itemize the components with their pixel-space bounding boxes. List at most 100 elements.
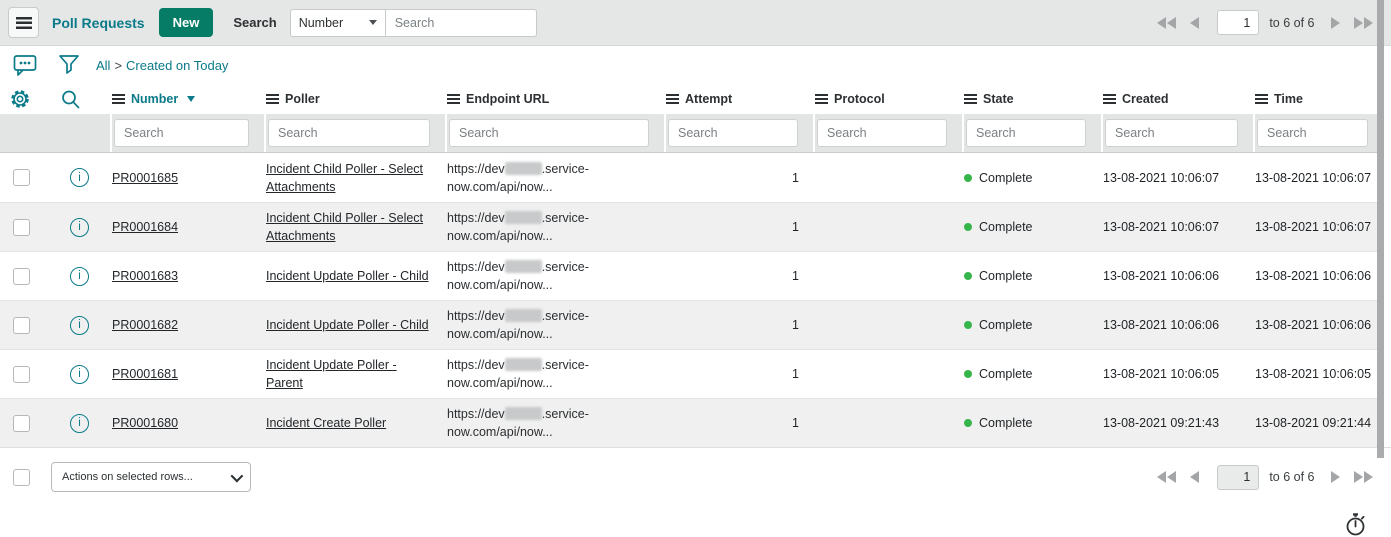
column-menu-icon <box>447 94 460 104</box>
info-icon[interactable]: i <box>70 365 89 384</box>
filter-input-number[interactable] <box>114 119 249 147</box>
poller-link[interactable]: Incident Update Poller - Child <box>266 318 429 332</box>
state-complete-dot-icon <box>964 272 972 280</box>
next-page-button[interactable] <box>1329 469 1342 485</box>
state-complete-dot-icon <box>964 223 972 231</box>
row-checkbox[interactable] <box>13 219 30 236</box>
page-number-input[interactable] <box>1217 465 1259 490</box>
column-menu-icon <box>1103 94 1116 104</box>
created-value: 13-08-2021 10:06:06 <box>1103 267 1255 285</box>
column-header-protocol[interactable]: Protocol <box>815 92 964 106</box>
info-icon[interactable]: i <box>70 414 89 433</box>
row-checkbox[interactable] <box>13 169 30 186</box>
poller-link[interactable]: Incident Update Poller - Parent <box>266 358 397 390</box>
column-header-state[interactable]: State <box>964 92 1103 106</box>
list-search-toggle-button[interactable] <box>52 89 112 110</box>
state-value: Complete <box>964 267 1103 285</box>
filter-input-protocol[interactable] <box>817 119 947 147</box>
filter-input-created[interactable] <box>1105 119 1238 147</box>
redacted-blur <box>505 260 542 273</box>
info-icon[interactable]: i <box>70 316 89 335</box>
column-header-poller[interactable]: Poller <box>266 92 447 106</box>
response-time-button[interactable] <box>1344 513 1367 537</box>
number-link[interactable]: PR0001681 <box>112 367 178 381</box>
vertical-scrollbar[interactable] <box>1377 0 1384 458</box>
number-link[interactable]: PR0001680 <box>112 416 178 430</box>
info-icon[interactable]: i <box>70 218 89 237</box>
sort-descending-icon <box>187 96 195 102</box>
state-value: Complete <box>964 414 1103 432</box>
column-menu-icon <box>964 94 977 104</box>
filter-input-time[interactable] <box>1257 119 1368 147</box>
number-link[interactable]: PR0001683 <box>112 269 178 283</box>
select-all-checkbox[interactable] <box>13 469 30 486</box>
time-value: 13-08-2021 10:06:06 <box>1255 267 1383 285</box>
poller-link[interactable]: Incident Child Poller - Select Attachmen… <box>266 211 423 243</box>
number-link[interactable]: PR0001682 <box>112 318 178 332</box>
row-checkbox[interactable] <box>13 317 30 334</box>
filter-button[interactable] <box>58 53 80 77</box>
created-value: 13-08-2021 10:06:06 <box>1103 316 1255 334</box>
last-page-button[interactable] <box>1352 469 1376 485</box>
page-number-input[interactable] <box>1217 10 1259 35</box>
redacted-blur <box>505 407 542 420</box>
column-menu-icon <box>112 94 125 104</box>
column-menu-icon <box>1255 94 1268 104</box>
new-button[interactable]: New <box>159 8 214 37</box>
personalize-list-button[interactable] <box>0 88 52 110</box>
filter-input-endpoint-url[interactable] <box>449 119 649 147</box>
row-range-text: to 6 of 6 <box>1269 16 1314 30</box>
list-search-input[interactable] <box>386 9 537 37</box>
poller-link[interactable]: Incident Create Poller <box>266 416 386 430</box>
actions-on-selected-rows-select[interactable]: Actions on selected rows... <box>51 462 251 492</box>
time-value: 13-08-2021 10:06:07 <box>1255 169 1383 187</box>
column-header-time[interactable]: Time <box>1255 92 1383 106</box>
chevron-down-icon <box>369 20 377 25</box>
previous-page-button[interactable] <box>1188 469 1201 485</box>
context-menu-button[interactable] <box>8 7 39 38</box>
breadcrumb-all-link[interactable]: All <box>96 58 110 73</box>
number-link[interactable]: PR0001684 <box>112 220 178 234</box>
column-header-created[interactable]: Created <box>1103 92 1255 106</box>
filter-gutter <box>0 114 112 152</box>
time-value: 13-08-2021 10:06:05 <box>1255 365 1383 383</box>
breadcrumb-filter-link[interactable]: Created on Today <box>126 58 228 73</box>
filter-funnel-icon <box>58 53 80 77</box>
previous-page-button[interactable] <box>1188 15 1201 31</box>
attempt-value: 1 <box>666 365 815 383</box>
list-chat-button[interactable] <box>13 54 37 77</box>
state-value: Complete <box>964 169 1103 187</box>
row-checkbox[interactable] <box>13 268 30 285</box>
filter-input-attempt[interactable] <box>668 119 798 147</box>
number-link[interactable]: PR0001685 <box>112 171 178 185</box>
endpoint-url-value: https://dev.service-now.com/api/now... <box>447 405 666 441</box>
last-page-button[interactable] <box>1352 15 1376 31</box>
redacted-blur <box>505 358 542 371</box>
column-header-endpoint-url[interactable]: Endpoint URL <box>447 92 666 106</box>
first-page-button[interactable] <box>1155 15 1179 31</box>
row-checkbox[interactable] <box>13 366 30 383</box>
attempt-value: 1 <box>666 267 815 285</box>
created-value: 13-08-2021 10:06:07 <box>1103 218 1255 236</box>
created-value: 13-08-2021 09:21:43 <box>1103 414 1255 432</box>
attempt-value: 1 <box>666 414 815 432</box>
pagination-bottom: to 6 of 6 <box>1155 465 1375 490</box>
row-checkbox[interactable] <box>13 415 30 432</box>
poller-link[interactable]: Incident Child Poller - Select Attachmen… <box>266 162 423 194</box>
first-page-button[interactable] <box>1155 469 1179 485</box>
time-value: 13-08-2021 09:21:44 <box>1255 414 1383 432</box>
column-menu-icon <box>266 94 279 104</box>
poller-link[interactable]: Incident Update Poller - Child <box>266 269 429 283</box>
next-page-button[interactable] <box>1329 15 1342 31</box>
column-header-attempt[interactable]: Attempt <box>666 92 815 106</box>
info-icon[interactable]: i <box>70 267 89 286</box>
search-field-select[interactable]: Number <box>290 9 386 37</box>
redacted-blur <box>505 162 542 175</box>
search-icon <box>60 89 81 110</box>
info-icon[interactable]: i <box>70 168 89 187</box>
filter-input-state[interactable] <box>966 119 1086 147</box>
stopwatch-icon <box>1344 513 1367 537</box>
column-header-number[interactable]: Number <box>112 92 266 106</box>
filter-input-poller[interactable] <box>268 119 430 147</box>
endpoint-url-value: https://dev.service-now.com/api/now... <box>447 307 666 343</box>
